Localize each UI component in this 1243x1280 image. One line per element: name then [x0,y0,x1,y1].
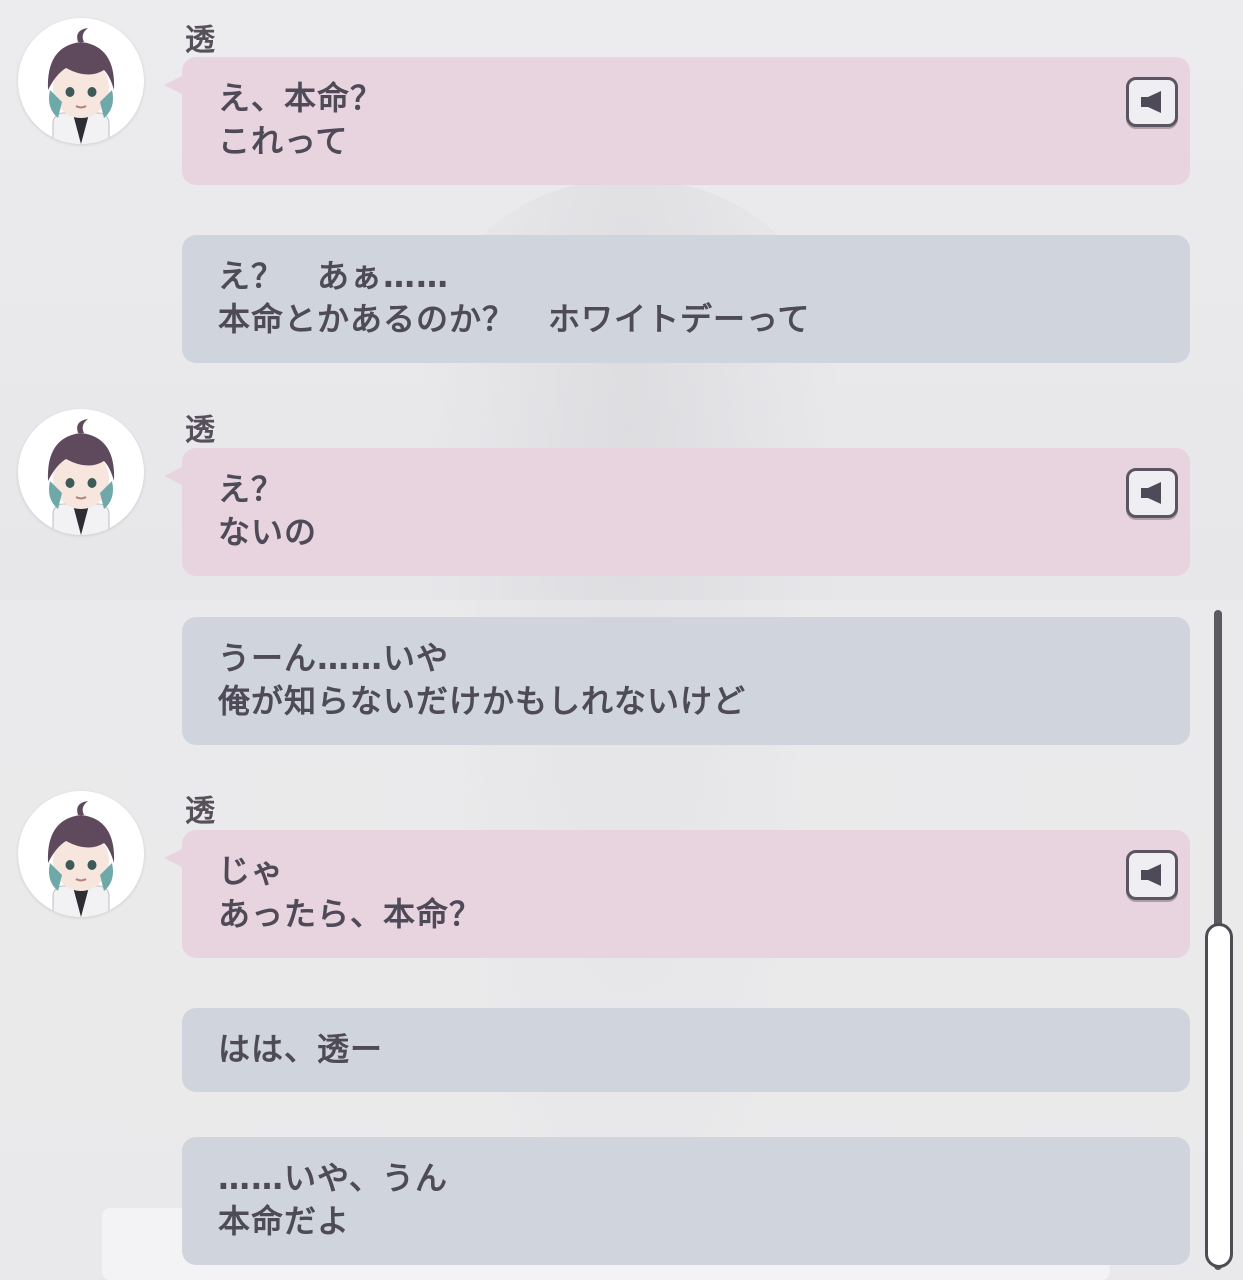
speaker-name: 透 [185,794,216,829]
speaker-icon [1141,864,1161,886]
avatar-icon [18,409,144,535]
speaker-icon [1141,91,1161,113]
speaker-icon [1141,482,1161,504]
message-line: え、本命？ [218,79,384,117]
message-bubble-player: はは、透ー [182,1008,1190,1092]
voice-play-button[interactable] [1126,468,1178,518]
message-bubble-player: え？ あぁ…… 本命とかあるのか？ ホワイトデーって [182,235,1190,363]
message-line: これって [218,122,349,160]
message-line: 本命とかあるのか？ ホワイトデーって [218,300,811,338]
scrollbar-thumb[interactable] [1205,923,1233,1268]
message-bubble-player: うーん……いや 俺が知らないだけかもしれないけど [182,617,1190,745]
avatar-icon [18,18,144,144]
speaker-name: 透 [185,23,216,58]
message-line: え？ [218,470,285,508]
message-bubble-partner: え？ ないの [164,448,1190,576]
message-line: うーん……いや [218,639,450,677]
chat-log[interactable]: 透 え、本命？ これって え？ あぁ…… 本命とかあるのか？ ホワイトデーって [0,0,1243,1280]
message-line: はは、透ー [218,1030,384,1068]
message-line: ないの [218,513,318,551]
message-line: ……いや、うん [218,1159,449,1197]
speaker-name: 透 [185,413,216,448]
message-line: 俺が知らないだけかもしれないけど [218,682,747,720]
voice-play-button[interactable] [1126,77,1178,127]
avatar-icon [18,791,144,917]
message-bubble-partner: じゃ あったら、本命？ [164,830,1190,958]
message-bubble-partner: え、本命？ これって [164,57,1190,185]
voice-play-button[interactable] [1126,850,1178,900]
message-bubble-player: ……いや、うん 本命だよ [182,1137,1190,1265]
message-line: あったら、本命？ [218,895,483,933]
message-line: 本命だよ [218,1202,351,1240]
message-line: え？ あぁ…… [218,257,450,295]
message-line: じゃ [218,852,285,890]
